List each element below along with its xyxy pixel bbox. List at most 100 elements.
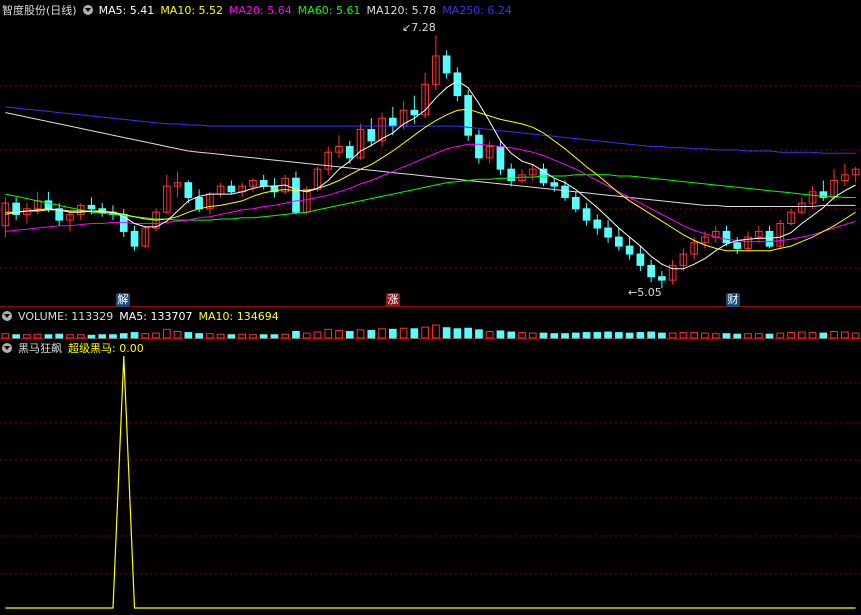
- ma-legend-item: MA20: 5.64: [229, 4, 292, 17]
- candle-body: [571, 196, 580, 210]
- volume-bar: [335, 329, 343, 339]
- ma-legend-item: MA10: 5.52: [160, 4, 224, 17]
- volume-bar: [776, 332, 785, 339]
- volume-bar: [464, 327, 473, 339]
- candle-body: [184, 182, 193, 198]
- volume-bar: [12, 334, 20, 339]
- candle-body: [259, 179, 268, 187]
- candle-body: [593, 219, 602, 229]
- volume-bar: [87, 334, 96, 339]
- marker-zhang[interactable]: 涨: [386, 293, 400, 307]
- volume-bar: [33, 333, 42, 339]
- candle-body: [292, 177, 300, 213]
- main-title: 智度股份(日线): [2, 4, 77, 17]
- marker-jie[interactable]: 解: [116, 293, 130, 307]
- candle-body: [87, 204, 96, 210]
- volume-bar: [593, 332, 602, 339]
- candle-body: [722, 230, 731, 244]
- ma-legend-item: MA5: 5.41: [98, 4, 155, 17]
- high-price-label: ↙7.28: [402, 21, 436, 34]
- volume-bar: [851, 332, 860, 339]
- volume-title: VOLUME: 113329: [18, 310, 114, 323]
- volume-bar: [388, 328, 397, 339]
- volume-bar: [206, 333, 214, 339]
- volume-legend: VOLUME: 113329 MA5: 133707 MA10: 134694: [2, 309, 285, 325]
- indicator-title: 黑马狂飙: [18, 342, 62, 355]
- candle-body: [44, 200, 53, 210]
- volume-bar: [518, 332, 526, 339]
- volume-bar: [539, 332, 548, 339]
- volume-bar: [98, 334, 107, 339]
- main-legend: 智度股份(日线) MA5: 5.41 MA10: 5.52 MA20: 5.64 MA6…: [2, 3, 524, 19]
- volume-bar: [249, 334, 257, 339]
- volume-bar: [109, 334, 117, 339]
- indicator-toggle-icon[interactable]: [2, 343, 12, 353]
- volume-bar: [66, 334, 74, 339]
- volume-bar: [550, 333, 559, 339]
- volume-bar: [76, 334, 85, 339]
- volume-bar: [119, 333, 128, 339]
- volume-bar: [701, 332, 709, 339]
- volume-bar: [604, 331, 612, 339]
- ma20-line: [5, 143, 856, 243]
- candle-body: [561, 185, 569, 198]
- marker-cai[interactable]: 财: [726, 293, 740, 307]
- candle-body: [765, 230, 774, 247]
- volume-bar: [1, 333, 10, 339]
- volume-bar: [442, 327, 451, 339]
- volume-bar: [152, 332, 160, 339]
- volume-bar: [679, 332, 688, 339]
- volume-bar: [797, 331, 806, 339]
- low-price-label: ←5.05: [628, 286, 662, 299]
- candle-body: [130, 230, 139, 247]
- volume-bar: [238, 333, 246, 339]
- volume-bar: [765, 333, 774, 339]
- volume-bar: [410, 328, 419, 339]
- volume-bar: [162, 328, 171, 339]
- candle-body: [550, 182, 559, 187]
- stock-chart[interactable]: [0, 0, 861, 615]
- indicator-line: [5, 355, 856, 609]
- candle-body: [367, 129, 376, 142]
- volume-bar: [356, 329, 365, 339]
- volume-bar: [733, 333, 742, 339]
- volume-bar: [281, 333, 290, 339]
- volume-bar: [378, 328, 386, 339]
- volume-bar: [841, 331, 849, 339]
- volume-bar: [819, 332, 828, 339]
- candle-body: [658, 276, 666, 281]
- volume-bar: [259, 334, 268, 339]
- volume-bar: [227, 334, 236, 339]
- volume-bar: [496, 330, 505, 339]
- candle-body: [464, 95, 473, 136]
- volume-bar: [216, 333, 225, 339]
- candle-body: [453, 72, 462, 97]
- candle-body: [345, 146, 354, 159]
- volume-bar: [270, 334, 279, 339]
- candle-body: [442, 55, 451, 74]
- legend-toggle-icon[interactable]: [82, 5, 93, 15]
- volume-bar: [141, 333, 150, 339]
- ma-legend: MA5: 5.41 MA10: 5.52 MA20: 5.64 MA60: 5.61 M…: [99, 4, 518, 17]
- volume-bar: [475, 329, 483, 339]
- volume-bar: [625, 332, 634, 339]
- volume-bar: [528, 332, 537, 339]
- volume-toggle-icon[interactable]: [2, 311, 12, 321]
- candle-body: [647, 264, 655, 278]
- candle-body: [615, 236, 623, 247]
- volume-bar: [690, 332, 699, 339]
- ma-legend-item: MA60: 5.61: [297, 4, 361, 17]
- volume-bar: [399, 327, 408, 339]
- volume-bar: [367, 329, 376, 339]
- candle-body: [733, 242, 742, 249]
- volume-bar: [507, 331, 516, 339]
- volume-bar: [668, 332, 677, 339]
- candle-body: [636, 253, 645, 266]
- candle-body: [582, 208, 591, 221]
- volume-ma5: MA5: 133707: [119, 310, 193, 323]
- volume-bar: [324, 328, 333, 339]
- ma-legend-item: MA120: 5.78: [366, 4, 437, 17]
- volume-bar: [313, 331, 322, 339]
- candle-body: [507, 168, 516, 181]
- volume-bar: [744, 333, 752, 339]
